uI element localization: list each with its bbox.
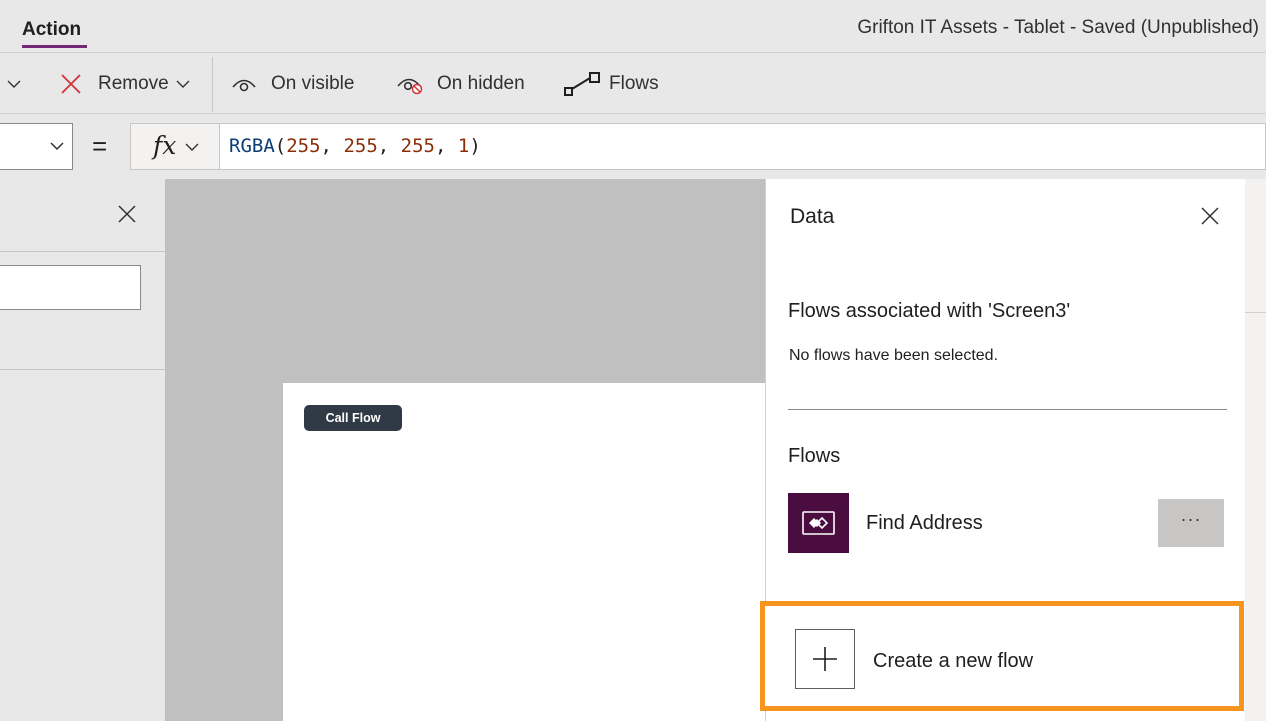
divider bbox=[0, 369, 165, 370]
create-new-flow-label: Create a new flow bbox=[873, 650, 1034, 672]
flows-label: Flows bbox=[609, 72, 659, 94]
divider bbox=[1245, 312, 1266, 313]
close-icon[interactable] bbox=[1199, 205, 1221, 227]
on-hidden-label: On hidden bbox=[437, 72, 525, 94]
formula-input[interactable]: RGBA(255, 255, 255, 1) bbox=[220, 123, 1266, 170]
plus-icon bbox=[795, 629, 855, 689]
ribbon-overflow-dropdown[interactable] bbox=[6, 54, 22, 113]
eye-icon bbox=[232, 79, 256, 91]
on-visible-button[interactable]: On visible bbox=[230, 54, 354, 113]
flow-list-item[interactable]: Find Address ··· bbox=[788, 493, 1227, 553]
chevron-down-icon bbox=[185, 143, 199, 151]
on-visible-label: On visible bbox=[271, 72, 355, 94]
formula-separator: , bbox=[320, 135, 344, 157]
chevron-down-icon bbox=[50, 142, 64, 151]
power-automate-icon bbox=[788, 493, 849, 553]
right-side-strip bbox=[1245, 179, 1266, 721]
flows-button[interactable]: Flows bbox=[563, 54, 659, 113]
app-title: Grifton IT Assets - Tablet - Saved (Unpu… bbox=[857, 17, 1259, 38]
close-icon[interactable] bbox=[116, 203, 138, 225]
search-input[interactable] bbox=[0, 265, 141, 310]
associated-flows-heading: Flows associated with 'Screen3' bbox=[788, 300, 1071, 322]
formula-arg: 1 bbox=[457, 135, 470, 157]
formula-separator: , bbox=[434, 135, 458, 157]
formula-bar: = fx RGBA(255, 255, 255, 1) bbox=[0, 115, 1266, 179]
fx-label: fx bbox=[153, 131, 177, 160]
on-hidden-button[interactable]: On hidden bbox=[396, 54, 525, 113]
title-bar: Action Grifton IT Assets - Tablet - Save… bbox=[0, 0, 1266, 53]
equals-sign: = bbox=[92, 131, 108, 161]
remove-button[interactable]: Remove bbox=[60, 54, 191, 113]
eye-slash-icon bbox=[397, 78, 423, 94]
close-x-icon bbox=[61, 73, 81, 94]
tree-view-panel bbox=[0, 179, 165, 721]
active-tab-indicator bbox=[22, 45, 87, 48]
divider bbox=[788, 409, 1227, 410]
chevron-down-icon bbox=[176, 80, 190, 88]
create-new-flow-button[interactable]: Create a new flow bbox=[760, 601, 1244, 711]
formula-paren-close: ) bbox=[469, 135, 481, 157]
formula-arg: 255 bbox=[400, 135, 435, 157]
property-dropdown[interactable] bbox=[0, 123, 73, 170]
formula-paren-open: ( bbox=[274, 135, 287, 157]
flows-heading: Flows bbox=[788, 445, 841, 467]
formula-function: RGBA bbox=[229, 135, 275, 157]
formula-arg: 255 bbox=[286, 135, 321, 157]
ribbon-separator bbox=[212, 57, 213, 112]
more-options-button[interactable]: ··· bbox=[1158, 499, 1224, 547]
design-canvas: Call Flow bbox=[165, 179, 765, 721]
panel-title: Data bbox=[790, 205, 835, 228]
formula-arg: 255 bbox=[343, 135, 378, 157]
call-flow-button[interactable]: Call Flow bbox=[304, 405, 402, 431]
tab-action[interactable]: Action bbox=[22, 19, 81, 41]
flow-icon bbox=[564, 71, 600, 96]
flow-name: Find Address bbox=[866, 512, 983, 534]
chevron-down-icon bbox=[7, 80, 21, 88]
associated-flows-empty-text: No flows have been selected. bbox=[789, 347, 999, 364]
fx-button[interactable]: fx bbox=[130, 123, 220, 170]
formula-separator: , bbox=[377, 135, 401, 157]
remove-label: Remove bbox=[98, 72, 169, 94]
app-screen[interactable]: Call Flow bbox=[283, 383, 765, 721]
divider bbox=[0, 251, 165, 252]
ribbon-toolbar: Remove On visible On hidden Flows bbox=[0, 54, 1266, 114]
